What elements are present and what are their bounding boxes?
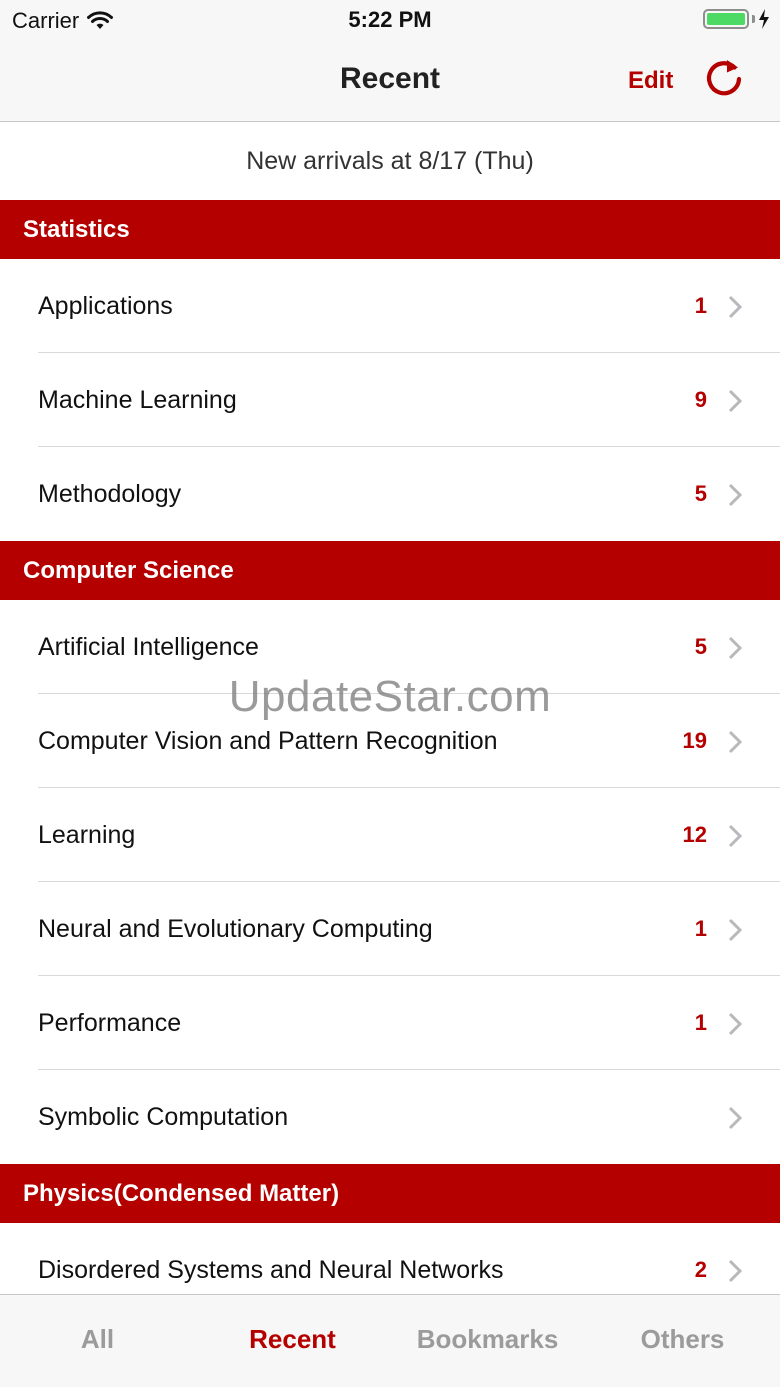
edit-button[interactable]: Edit (628, 67, 673, 95)
category-list[interactable]: Statistics Applications 1 Machine Learni… (0, 200, 780, 1294)
count-badge: 1 (694, 916, 707, 941)
tab-others[interactable]: Others (585, 1295, 780, 1387)
charging-bolt-icon (759, 9, 769, 29)
refresh-icon[interactable] (704, 58, 746, 100)
chevron-right-icon (728, 918, 742, 942)
list-item-label: Learning (38, 820, 136, 849)
chevron-right-icon (728, 295, 742, 319)
chevron-right-icon (728, 730, 742, 754)
list-item[interactable]: Symbolic Computation (0, 1070, 780, 1164)
count-badge: 12 (682, 822, 707, 847)
count-badge: 1 (694, 1010, 707, 1035)
list-item-label: Computer Vision and Pattern Recognition (38, 726, 498, 755)
tab-bookmarks[interactable]: Bookmarks (390, 1295, 585, 1387)
new-arrivals-banner: New arrivals at 8/17 (Thu) (246, 146, 534, 175)
list-item-label: Disordered Systems and Neural Networks (38, 1255, 504, 1284)
chevron-right-icon (728, 1012, 742, 1036)
navigation-bar: Recent Edit (0, 40, 780, 122)
list-item[interactable]: Artificial Intelligence 5 (0, 600, 780, 694)
list-item[interactable]: Neural and Evolutionary Computing 1 (0, 882, 780, 976)
count-badge: 19 (682, 728, 707, 753)
list-item-label: Applications (38, 291, 173, 320)
list-item-label: Symbolic Computation (38, 1102, 289, 1131)
count-badge: 1 (694, 293, 707, 318)
list-item-label: Machine Learning (38, 385, 237, 414)
list-item[interactable]: Methodology 5 (0, 447, 780, 541)
list-item-label: Artificial Intelligence (38, 632, 259, 661)
chevron-right-icon (728, 1259, 742, 1283)
chevron-right-icon (728, 824, 742, 848)
list-item-label: Performance (38, 1008, 182, 1037)
list-item[interactable]: Machine Learning 9 (0, 353, 780, 447)
list-item[interactable]: Computer Vision and Pattern Recognition … (0, 694, 780, 788)
status-bar: Carrier 5:22 PM (0, 0, 780, 40)
chevron-right-icon (728, 389, 742, 413)
tab-bar: All Recent Bookmarks Others (0, 1294, 780, 1387)
section-header-computer-science: Computer Science (0, 541, 780, 600)
battery-icon (703, 9, 749, 29)
list-item-label: Methodology (38, 479, 182, 508)
tab-recent[interactable]: Recent (195, 1295, 390, 1387)
status-time: 5:22 PM (348, 7, 432, 32)
chevron-right-icon (728, 483, 742, 507)
chevron-right-icon (728, 636, 742, 660)
count-badge: 2 (694, 1257, 707, 1282)
list-item[interactable]: Disordered Systems and Neural Networks 2 (0, 1223, 780, 1294)
list-item[interactable]: Learning 12 (0, 788, 780, 882)
count-badge: 5 (694, 481, 707, 506)
list-item[interactable]: Performance 1 (0, 976, 780, 1070)
chevron-right-icon (728, 1106, 742, 1130)
section-header-statistics: Statistics (0, 200, 780, 259)
count-badge: 9 (694, 387, 707, 412)
section-header-physics-condensed-matter: Physics(Condensed Matter) (0, 1164, 780, 1223)
tab-all[interactable]: All (0, 1295, 195, 1387)
list-item-label: Neural and Evolutionary Computing (38, 914, 433, 943)
battery-indicator (703, 9, 770, 29)
list-item[interactable]: Applications 1 (0, 259, 780, 353)
count-badge: 5 (694, 634, 707, 659)
